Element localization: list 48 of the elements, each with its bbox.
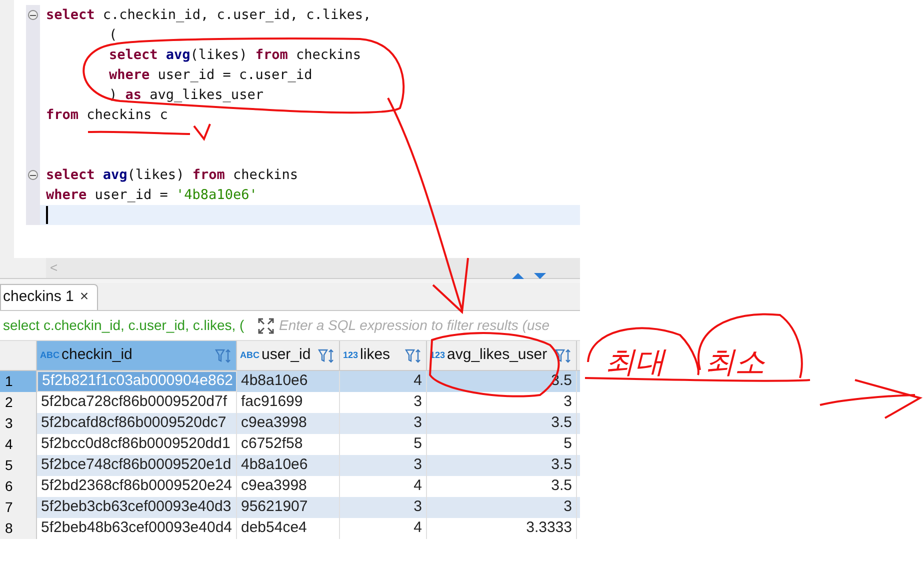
collapse-icon[interactable] xyxy=(28,10,38,20)
code-line: select avg(likes) from checkins xyxy=(46,166,298,185)
filter-sort-icon[interactable] xyxy=(555,348,573,362)
row-number[interactable]: 8 xyxy=(0,518,37,539)
gutter-segment xyxy=(26,205,40,225)
row-number[interactable]: 7 xyxy=(0,497,37,518)
collapse-icon[interactable] xyxy=(28,170,38,180)
filter-input[interactable]: Enter a SQL expression to filter results (use xyxy=(279,315,580,336)
results-tab[interactable]: checkins 1 × xyxy=(0,284,98,310)
handwritten-note: 최소 xyxy=(705,345,765,381)
row-number[interactable]: 4 xyxy=(0,434,37,455)
table-cell: 5f2beb48b63cef00093e40d4 xyxy=(37,518,237,539)
table-cell: deb54ce4 xyxy=(237,518,340,539)
table-cell: 3.3333 xyxy=(427,518,577,539)
type-label: ABC xyxy=(240,348,260,362)
handwritten-note: 최대 xyxy=(605,345,665,381)
text-cursor xyxy=(46,206,48,224)
filter-sort-icon[interactable] xyxy=(405,348,423,362)
maximize-arrow-icon[interactable] xyxy=(512,273,524,279)
column-header[interactable]: ABC checkin_id xyxy=(37,341,237,370)
code-line: select c.checkin_id, c.user_id, c.likes, xyxy=(46,6,372,25)
column-header[interactable]: ABC user_id xyxy=(237,341,340,370)
column-name: user_id xyxy=(262,345,311,366)
query-text: select c.checkin_id, c.user_id, c.likes, ( xyxy=(2,316,246,335)
column-name: avg_likes_user xyxy=(447,345,548,366)
code-line: ( xyxy=(109,26,118,45)
code-line: where user_id = c.user_id xyxy=(109,66,312,85)
row-number[interactable]: 2 xyxy=(0,392,37,413)
minimize-arrow-icon[interactable] xyxy=(534,273,546,279)
table-cell: 4 xyxy=(340,518,427,539)
code-line: where user_id = '4b8a10e6' xyxy=(46,186,258,205)
table-cell: 5f2b821f1c03ab000904e862 xyxy=(37,371,237,392)
type-label: ABC xyxy=(40,348,60,362)
expand-icon[interactable] xyxy=(257,316,275,334)
column-header[interactable]: 123 likes xyxy=(340,341,427,370)
check-annotation xyxy=(193,124,211,141)
row-number[interactable]: 3 xyxy=(0,413,37,434)
code-line: from checkins c xyxy=(46,106,168,125)
filter-sort-icon[interactable] xyxy=(215,348,233,362)
filter-sort-icon[interactable] xyxy=(318,348,336,362)
type-label: 123 xyxy=(343,348,358,362)
row-number[interactable]: 5 xyxy=(0,455,37,476)
close-icon[interactable]: × xyxy=(80,286,89,309)
column-name: likes xyxy=(360,345,390,366)
code-line: select avg(likes) from checkins xyxy=(109,46,361,65)
column-name: checkin_id xyxy=(62,345,132,366)
row-number[interactable]: 1 xyxy=(0,371,37,392)
row-number[interactable]: 6 xyxy=(0,476,37,497)
